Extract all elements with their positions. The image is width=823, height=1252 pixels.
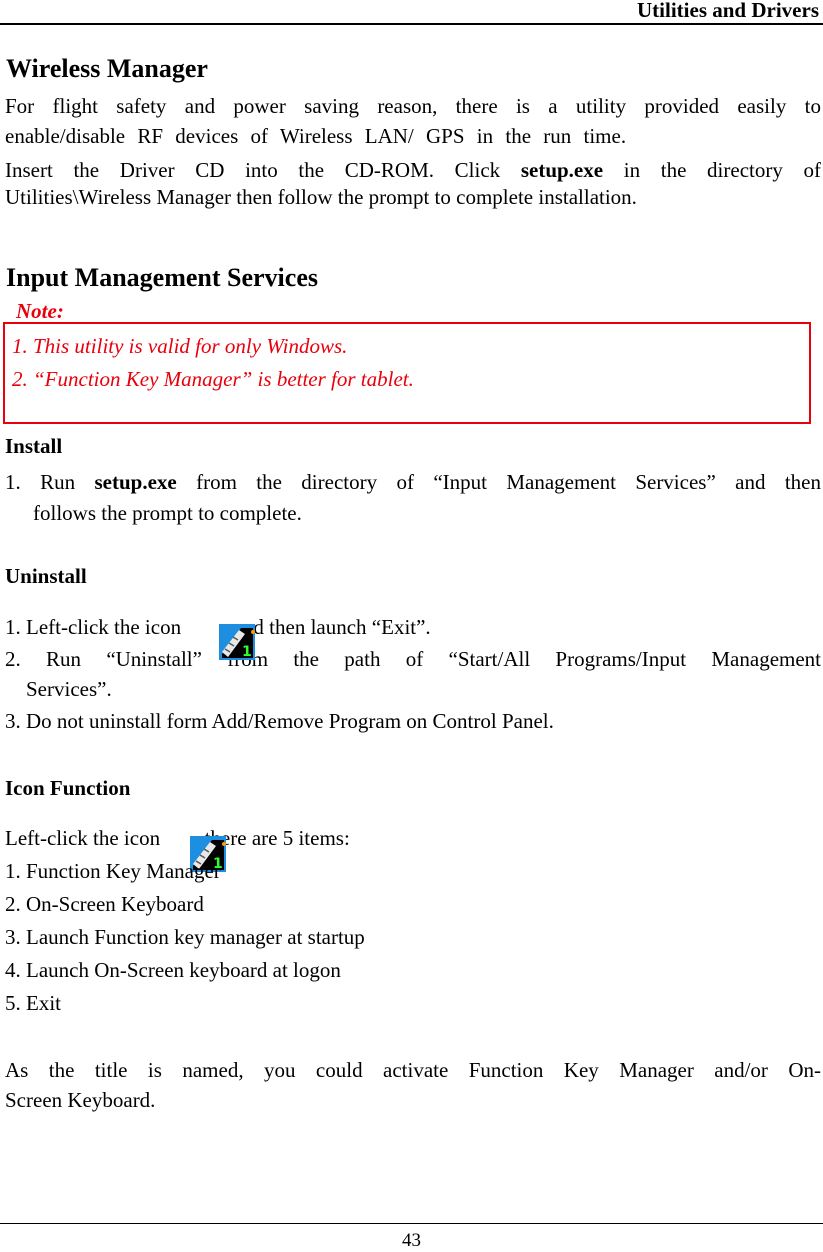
install-step-1: 1. Run setup.exe from the directory of “… [5, 467, 821, 497]
footer-rule [0, 1223, 823, 1224]
menu-item-function-key-manager: 1. Function Key Manager [5, 859, 221, 883]
text: from the directory of “Input Management … [176, 470, 821, 494]
note-item: 1. This utility is valid for only Window… [12, 334, 348, 358]
tray-icon[interactable]: 1 [219, 624, 255, 660]
uninstall-step-2-line1: 2. Run “Uninstall” from the path of “Sta… [5, 647, 821, 671]
subheading-uninstall: Uninstall [5, 564, 87, 588]
section-heading-input-management: Input Management Services [6, 263, 318, 292]
menu-item-launch-fkm-startup: 3. Launch Function key manager at startu… [5, 925, 365, 949]
menu-item-on-screen-keyboard: 2. On-Screen Keyboard [5, 892, 204, 916]
note-item: 2. “Function Key Manager” is better for … [12, 367, 414, 391]
subheading-install: Install [5, 434, 63, 458]
text: 1. Run [5, 470, 95, 494]
subheading-icon-function: Icon Function [5, 776, 131, 800]
text: Left-click the icon [5, 826, 161, 850]
filename-setup-exe: setup.exe [94, 470, 177, 494]
icon-function-intro: Left-click the icon, there are 5 items: [5, 826, 350, 851]
uninstall-step-1: 1. Left-click the icon and then launch “… [5, 615, 431, 640]
closing-line1: As the title is named, you could activat… [5, 1058, 821, 1082]
wireless-para1-line2: enable/disable RF devices of Wireless LA… [5, 124, 627, 148]
text: Insert the Driver CD into the CD-ROM. Cl… [5, 158, 521, 182]
tray-icon-badge: 1 [242, 644, 252, 660]
menu-item-exit: 5. Exit [5, 991, 61, 1015]
menu-item-launch-osk-logon: 4. Launch On-Screen keyboard at logon [5, 958, 341, 982]
text: 1. Left-click the icon [5, 615, 182, 639]
uninstall-step-3: 3. Do not uninstall form Add/Remove Prog… [5, 709, 554, 733]
note-label: Note: [16, 299, 64, 323]
uninstall-step-2-line2: Services”. [26, 677, 112, 701]
running-header: Utilities and Drivers [637, 0, 819, 22]
text: in the directory of [603, 158, 822, 182]
header-rule [0, 23, 823, 25]
section-heading-wireless-manager: Wireless Manager [6, 54, 208, 83]
wireless-para1-line1: For flight safety and power saving reaso… [5, 94, 821, 118]
closing-line2: Screen Keyboard. [5, 1088, 156, 1112]
filename-setup-exe: setup.exe [520, 158, 604, 182]
wireless-para2-line2: Utilities\Wireless Manager then follow t… [5, 185, 637, 209]
wireless-para2-line1: Insert the Driver CD into the CD-ROM. Cl… [5, 155, 821, 185]
install-step-1-cont: follows the prompt to complete. [33, 501, 302, 525]
text: and then launch “Exit”. [233, 615, 431, 639]
